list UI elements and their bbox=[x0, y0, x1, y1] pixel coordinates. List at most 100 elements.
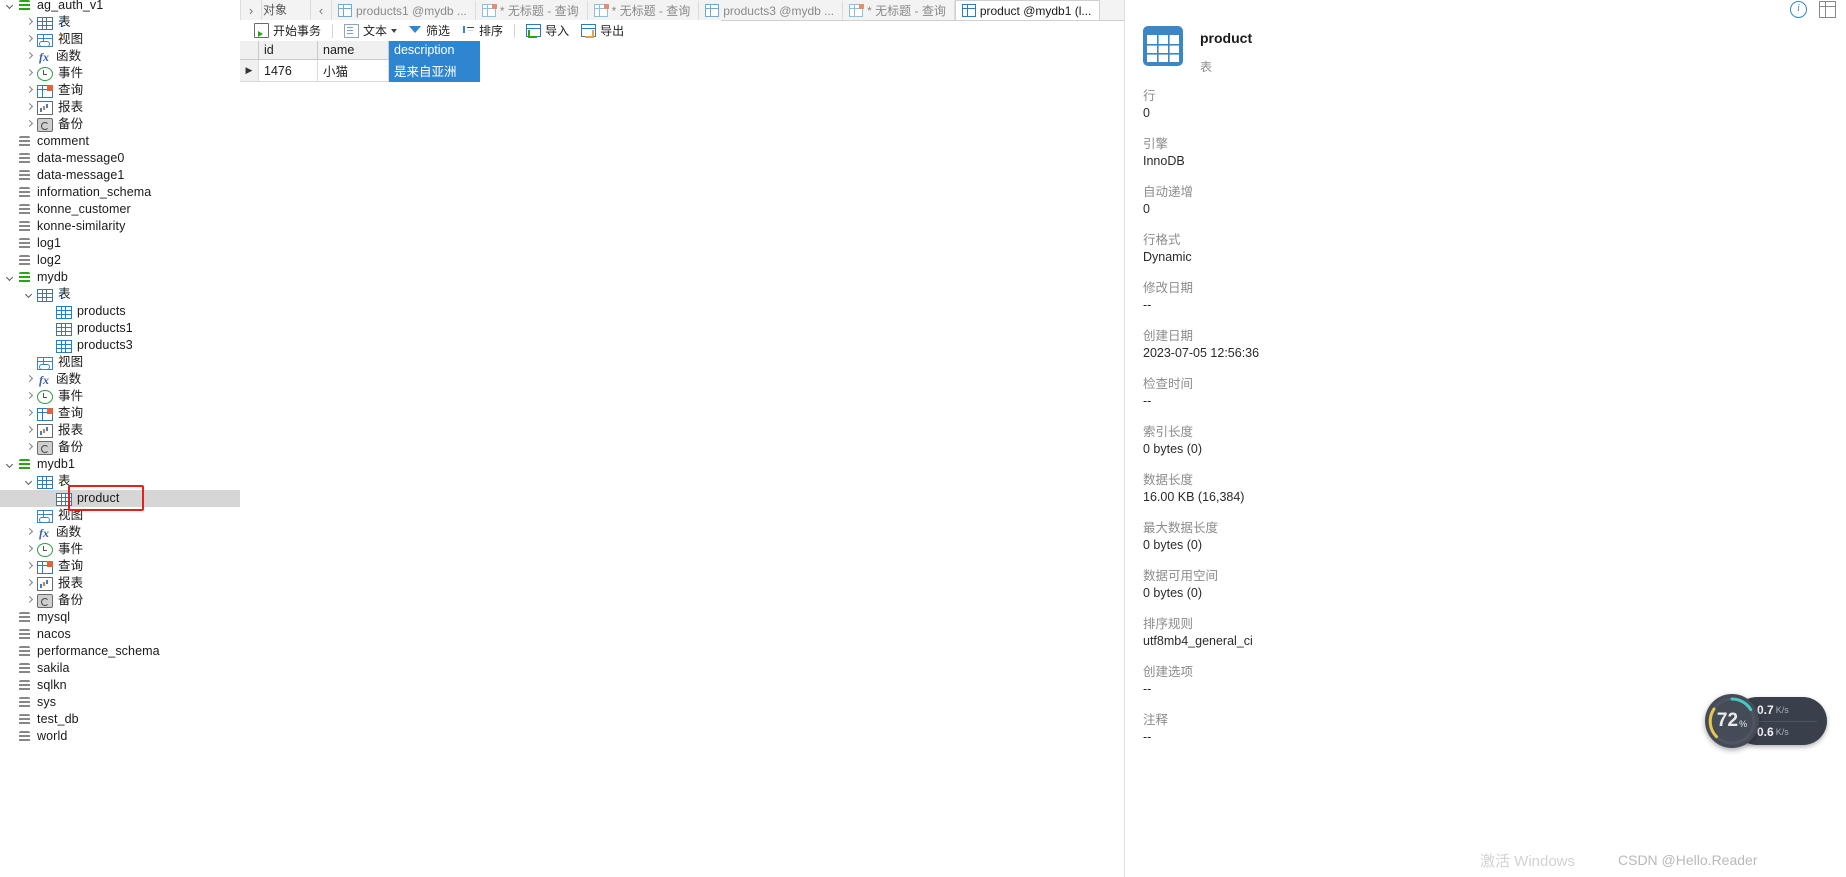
tree-item-[interactable]: 备份 bbox=[0, 592, 240, 609]
tabs-scroll-left-icon[interactable]: ‹ bbox=[310, 0, 332, 20]
result-grid[interactable]: id name description ▶ 1476 小猫 是来自亚洲 bbox=[240, 41, 721, 877]
chevron-right-icon[interactable] bbox=[25, 52, 35, 62]
tab-4[interactable]: * 无标题 - 查询 bbox=[843, 0, 955, 20]
tab-3[interactable]: products3 @mydb ... bbox=[699, 0, 844, 20]
tree-item-sys[interactable]: sys bbox=[0, 694, 240, 711]
tab-2[interactable]: * 无标题 - 查询 bbox=[587, 0, 700, 20]
tree-item-sqlkn[interactable]: sqlkn bbox=[0, 677, 240, 694]
column-header-id[interactable]: id bbox=[258, 41, 318, 60]
tree-item-ag_auth_v1[interactable]: ag_auth_v1 bbox=[0, 0, 240, 14]
tree-item-[interactable]: 事件 bbox=[0, 65, 240, 82]
tree-item-[interactable]: fx 函数 bbox=[0, 524, 240, 541]
tree-item-[interactable]: 视图 bbox=[0, 354, 240, 371]
tree-item-test_db[interactable]: test_db bbox=[0, 711, 240, 728]
tree-item-[interactable]: 报表 bbox=[0, 575, 240, 592]
chevron-right-icon[interactable] bbox=[25, 35, 35, 45]
chevron-right-icon[interactable] bbox=[25, 392, 35, 402]
tree-item-performance_schema[interactable]: performance_schema bbox=[0, 643, 240, 660]
chevron-right-icon[interactable] bbox=[25, 409, 35, 419]
tree-item-[interactable]: 表 bbox=[0, 14, 240, 31]
chevron-right-icon[interactable] bbox=[25, 579, 35, 589]
data-table[interactable]: id name description ▶ 1476 小猫 是来自亚洲 bbox=[240, 41, 480, 82]
tab-active[interactable]: product @mydb1 (l... bbox=[954, 0, 1101, 20]
tree-item-mydb1[interactable]: mydb1 bbox=[0, 456, 240, 473]
chevron-down-icon[interactable] bbox=[25, 477, 35, 487]
tree-item-[interactable]: 视图 bbox=[0, 31, 240, 48]
chevron-down-icon[interactable] bbox=[25, 290, 35, 300]
chevron-right-icon[interactable] bbox=[25, 103, 35, 113]
tab-0[interactable]: products1 @mydb ... bbox=[332, 0, 476, 20]
chevron-right-icon[interactable] bbox=[25, 545, 35, 555]
tree-item-[interactable]: 视图 bbox=[0, 507, 240, 524]
tree-item-[interactable]: 事件 bbox=[0, 388, 240, 405]
tree-item-mysql[interactable]: mysql bbox=[0, 609, 240, 626]
tree-item-information_schema[interactable]: information_schema bbox=[0, 184, 240, 201]
tree-item-[interactable]: 查询 bbox=[0, 558, 240, 575]
chevron-down-icon[interactable] bbox=[6, 1, 16, 11]
tree-item-label: nacos bbox=[37, 627, 71, 641]
cell-id[interactable]: 1476 bbox=[258, 59, 318, 82]
begin-transaction-button[interactable]: 开始事务 bbox=[248, 21, 327, 40]
tabs-scroll-right-icon[interactable]: › bbox=[240, 0, 262, 20]
tree-item-[interactable]: fx 函数 bbox=[0, 48, 240, 65]
table-row[interactable]: ▶ 1476 小猫 是来自亚洲 bbox=[240, 59, 480, 82]
event-clock-icon bbox=[37, 543, 53, 557]
tree-item-[interactable]: fx 函数 bbox=[0, 371, 240, 388]
tree-item-data-message0[interactable]: data-message0 bbox=[0, 150, 240, 167]
tree-item-products1[interactable]: products1 bbox=[0, 320, 240, 337]
tree-item-sakila[interactable]: sakila bbox=[0, 660, 240, 677]
chevron-down-icon[interactable] bbox=[391, 28, 398, 33]
tree-item-product[interactable]: product bbox=[0, 490, 240, 507]
tree-item-[interactable]: 报表 bbox=[0, 99, 240, 116]
tab-1[interactable]: * 无标题 - 查询 bbox=[475, 0, 588, 20]
backup-icon bbox=[37, 594, 53, 608]
tree-item-mydb[interactable]: mydb bbox=[0, 269, 240, 286]
tree-item-log1[interactable]: log1 bbox=[0, 235, 240, 252]
tree-item-data-message1[interactable]: data-message1 bbox=[0, 167, 240, 184]
tree-item-[interactable]: 备份 bbox=[0, 116, 240, 133]
chevron-down-icon[interactable] bbox=[6, 273, 16, 283]
tree-item-log2[interactable]: log2 bbox=[0, 252, 240, 269]
database-icon bbox=[18, 628, 32, 642]
function-icon: fx bbox=[39, 49, 49, 64]
chevron-right-icon[interactable] bbox=[25, 86, 35, 96]
sort-button[interactable]: 排序 bbox=[456, 21, 509, 40]
chevron-right-icon[interactable] bbox=[25, 426, 35, 436]
object-tree-sidebar[interactable]: ag_auth_v1 表视图 fx 函数 事件 查询 报表 备份 comment data-mes… bbox=[0, 0, 241, 877]
tree-item-[interactable]: 查询 bbox=[0, 405, 240, 422]
column-header-name[interactable]: name bbox=[317, 41, 389, 60]
tree-item-[interactable]: 表 bbox=[0, 473, 240, 490]
tree-item-products[interactable]: products bbox=[0, 303, 240, 320]
tree-item-konne_customer[interactable]: konne_customer bbox=[0, 201, 240, 218]
export-button[interactable]: 导出 bbox=[575, 21, 630, 40]
import-button[interactable]: 导入 bbox=[520, 21, 575, 40]
column-header-description[interactable]: description bbox=[388, 41, 480, 60]
filter-button[interactable]: 筛选 bbox=[403, 21, 456, 40]
chevron-right-icon[interactable] bbox=[25, 528, 35, 538]
info-icon[interactable]: i bbox=[1790, 1, 1807, 18]
chevron-right-icon[interactable] bbox=[25, 443, 35, 453]
text-button[interactable]: 文本 bbox=[338, 21, 403, 40]
tree-item-[interactable]: 备份 bbox=[0, 439, 240, 456]
chevron-right-icon[interactable] bbox=[25, 69, 35, 79]
chevron-right-icon[interactable] bbox=[25, 120, 35, 130]
chevron-right-icon[interactable] bbox=[25, 562, 35, 572]
chevron-right-icon[interactable] bbox=[25, 596, 35, 606]
tree-item-comment[interactable]: comment bbox=[0, 133, 240, 150]
tree-item-[interactable]: 查询 bbox=[0, 82, 240, 99]
chevron-right-icon[interactable] bbox=[25, 18, 35, 28]
grid-view-icon[interactable] bbox=[1819, 1, 1836, 18]
tree-item-products3[interactable]: products3 bbox=[0, 337, 240, 354]
chevron-right-icon[interactable] bbox=[25, 375, 35, 385]
cell-description[interactable]: 是来自亚洲 bbox=[388, 59, 480, 82]
tree-item-nacos[interactable]: nacos bbox=[0, 626, 240, 643]
tree-item-[interactable]: 报表 bbox=[0, 422, 240, 439]
tree-item-[interactable]: 事件 bbox=[0, 541, 240, 558]
tree-item-konne-similarity[interactable]: konne-similarity bbox=[0, 218, 240, 235]
cell-name[interactable]: 小猫 bbox=[317, 59, 389, 82]
chevron-down-icon[interactable] bbox=[6, 460, 16, 470]
tree-item-[interactable]: 表 bbox=[0, 286, 240, 303]
network-speed-widget[interactable]: ▲ 0.7 K/s ▼ 0.6 K/s 72% bbox=[1705, 694, 1827, 748]
tree-item-world[interactable]: world bbox=[0, 728, 240, 745]
